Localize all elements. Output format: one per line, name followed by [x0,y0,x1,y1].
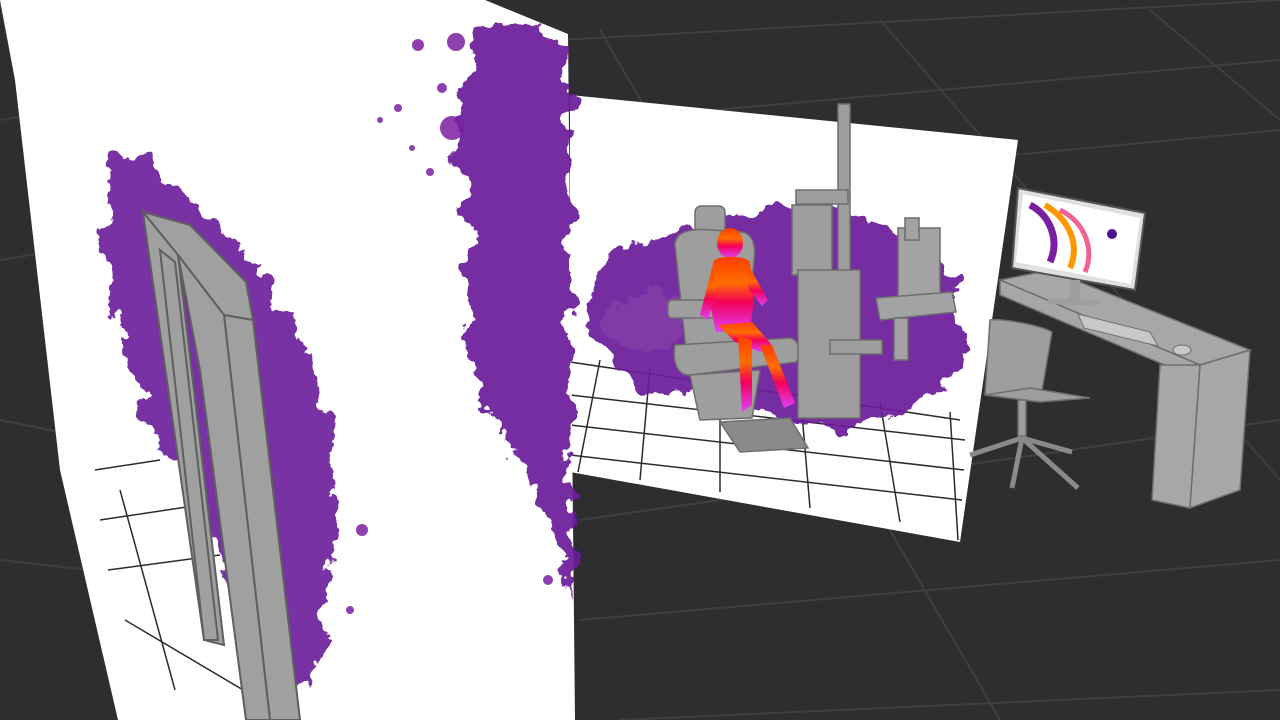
3d-viewport[interactable] [0,0,1280,720]
office-chair [969,318,1091,490]
scene-render [0,0,1280,720]
mouse [1172,344,1192,356]
back-wall [569,95,1018,542]
